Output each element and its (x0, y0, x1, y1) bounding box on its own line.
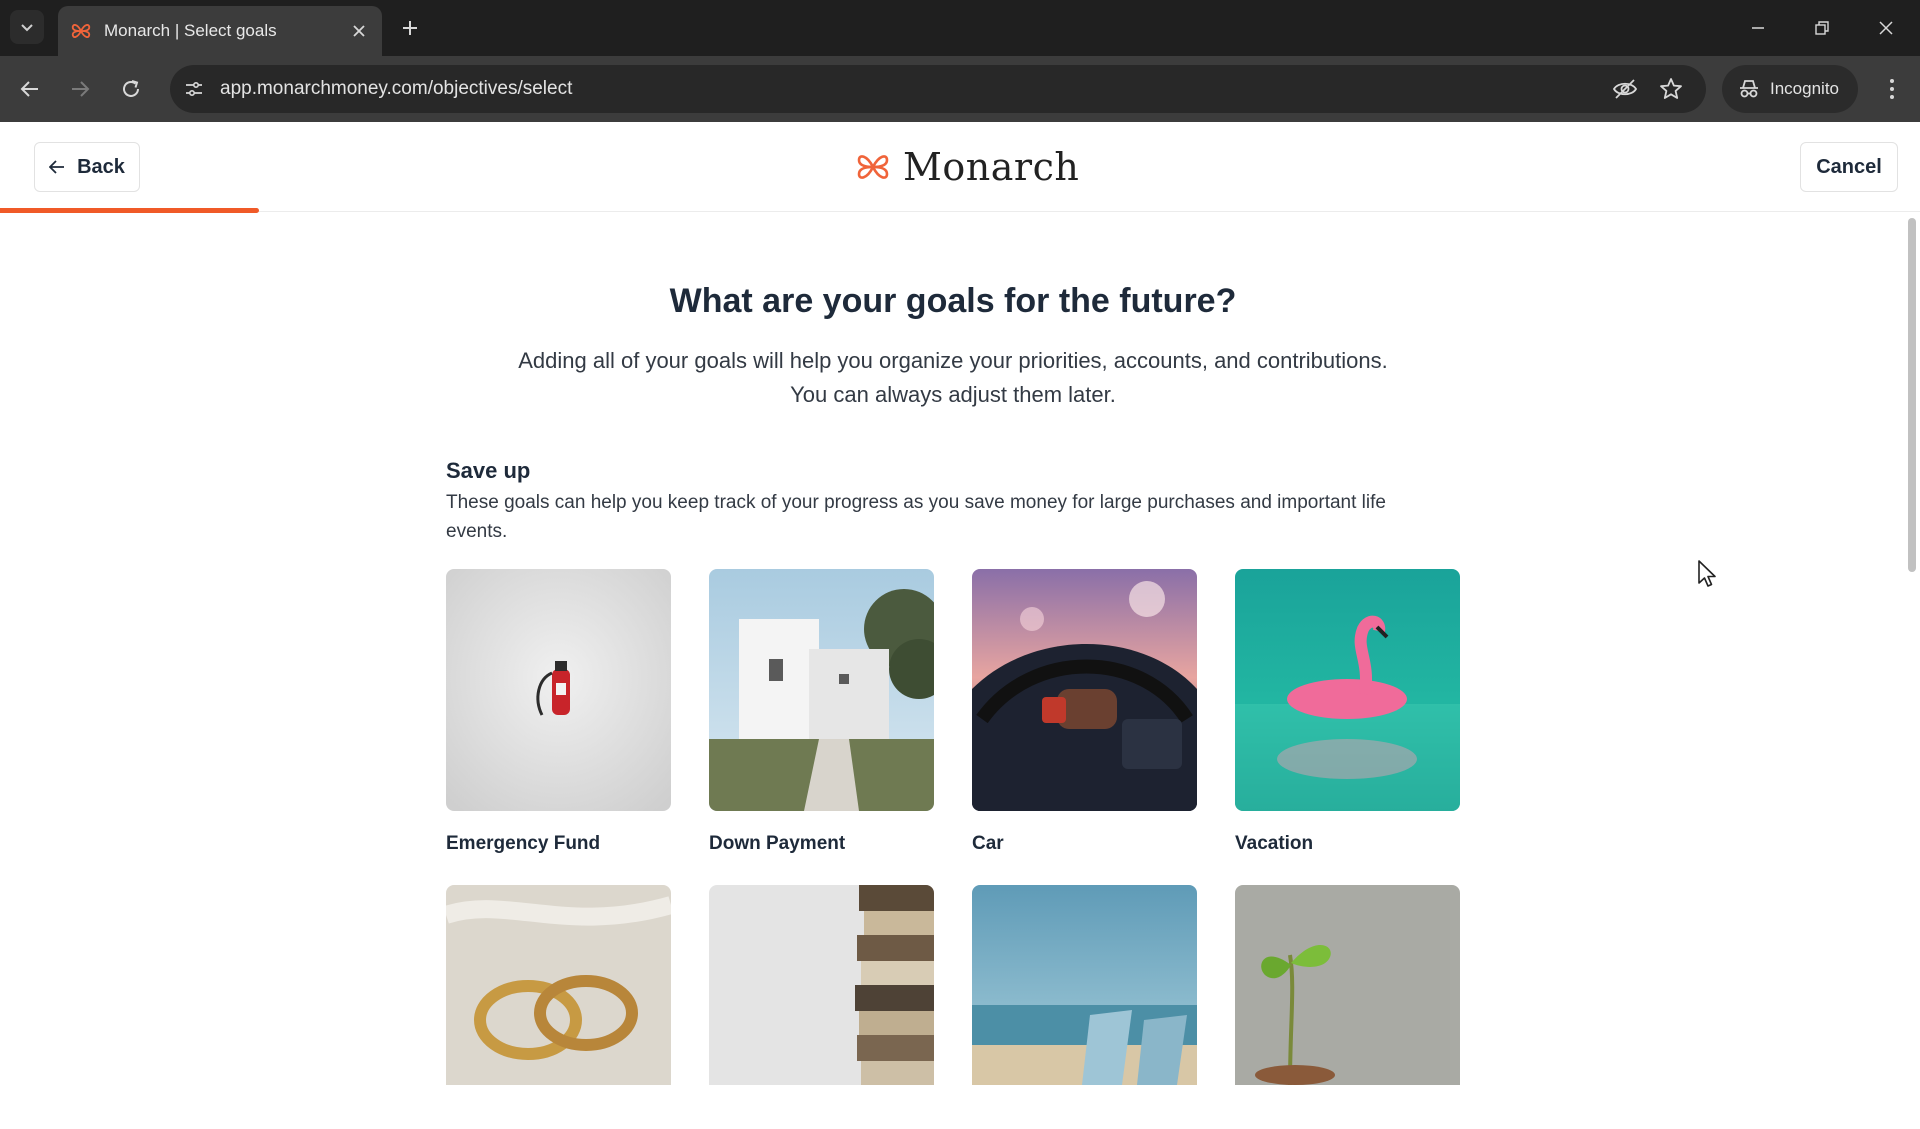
reload-icon (123, 80, 139, 97)
goal-card-car[interactable]: Car (972, 569, 1197, 855)
arrow-right-icon (72, 81, 90, 97)
goal-label: Down Payment (709, 833, 846, 854)
fire-extinguisher-image (446, 569, 671, 811)
incognito-indicator[interactable]: Incognito (1722, 65, 1858, 113)
close-tab-icon[interactable] (348, 20, 370, 42)
goal-label (446, 1107, 671, 1129)
browser-tab-bar: Monarch | Select goals (0, 0, 1920, 56)
goal-label: Vacation (1235, 833, 1314, 854)
page-content: Back Monarch Cancel What are your goals … (0, 122, 1920, 1085)
cancel-label: Cancel (1816, 155, 1882, 178)
minimize-window-button[interactable] (1738, 10, 1778, 46)
brand-name: Monarch (903, 145, 1080, 189)
tab-title: Monarch | Select goals (104, 21, 277, 40)
goal-card-down-payment[interactable]: Down Payment (709, 569, 934, 855)
address-bar[interactable]: app.monarchmoney.com/objectives/select (170, 65, 1706, 113)
monarch-logo-icon (857, 155, 889, 179)
url-text[interactable]: app.monarchmoney.com/objectives/select (220, 78, 572, 100)
reload-button[interactable] (113, 71, 149, 107)
monarch-favicon-icon (71, 24, 91, 38)
subtitle-line-2: You can always adjust them later. (790, 382, 1116, 407)
goal-card-retirement[interactable] (972, 885, 1197, 1129)
mouse-cursor-icon (1698, 560, 1716, 587)
page-title: What are your goals for the future? (669, 282, 1237, 320)
bookmark-star-icon[interactable] (1658, 76, 1684, 102)
back-nav-button[interactable] (12, 71, 48, 107)
page-scrollbar[interactable] (1908, 218, 1916, 572)
wedding-rings-image (446, 885, 671, 1085)
back-label: Back (77, 155, 125, 178)
subtitle-line-1: Adding all of your goals will help you o… (518, 348, 1388, 373)
brand: Monarch (855, 144, 1079, 190)
goal-card-vacation[interactable]: Vacation (1235, 569, 1460, 855)
page-subtitle: Adding all of your goals will help you o… (0, 344, 1906, 412)
browser-tab[interactable]: Monarch | Select goals (58, 6, 382, 56)
goal-label: Car (972, 833, 1004, 854)
cancel-button[interactable]: Cancel (1800, 142, 1898, 192)
browser-toolbar: app.monarchmoney.com/objectives/select I… (0, 56, 1920, 122)
minimize-icon (1752, 27, 1764, 29)
plus-icon (403, 21, 417, 35)
restore-icon (1815, 21, 1829, 35)
chevron-down-icon (21, 24, 33, 32)
goal-label: Emergency Fund (446, 833, 601, 854)
close-window-button[interactable] (1866, 10, 1906, 46)
new-tab-button[interactable] (396, 14, 424, 42)
eye-slash-icon[interactable] (1612, 77, 1638, 101)
restore-window-button[interactable] (1802, 10, 1842, 46)
white-house-image (709, 569, 934, 811)
goal-card-grid: Emergency Fund Down Payment Car Vacation (446, 569, 1462, 1129)
goal-card-investment[interactable] (1235, 885, 1460, 1129)
forward-nav-button[interactable] (62, 71, 98, 107)
site-settings-icon[interactable] (182, 77, 206, 101)
stacked-books-image (709, 885, 934, 1085)
kebab-menu-icon (1890, 79, 1894, 99)
sprout-coins-image (1235, 885, 1460, 1085)
goal-label (1235, 1107, 1460, 1129)
flamingo-float-image (1235, 569, 1460, 811)
goal-card-education[interactable] (709, 885, 934, 1129)
tab-search-button[interactable] (10, 10, 44, 44)
section-title: Save up (446, 458, 531, 483)
arrow-left-icon (20, 81, 38, 97)
goal-card-wedding[interactable] (446, 885, 671, 1129)
incognito-label: Incognito (1770, 79, 1839, 98)
close-icon (1879, 21, 1893, 35)
goal-label (709, 1107, 934, 1129)
arrow-left-icon (49, 160, 65, 174)
goal-card-emergency-fund[interactable]: Emergency Fund (446, 569, 671, 855)
car-driving-image (972, 569, 1197, 811)
page-header: Back Monarch Cancel (0, 122, 1920, 213)
back-button[interactable]: Back (34, 142, 140, 192)
beach-chairs-image (972, 885, 1197, 1085)
section-description: These goals can help you keep track of y… (446, 492, 1386, 542)
browser-menu-button[interactable] (1874, 71, 1910, 107)
goal-label (972, 1107, 1197, 1129)
incognito-icon (1740, 80, 1758, 98)
onboarding-progress-bar (0, 208, 260, 213)
